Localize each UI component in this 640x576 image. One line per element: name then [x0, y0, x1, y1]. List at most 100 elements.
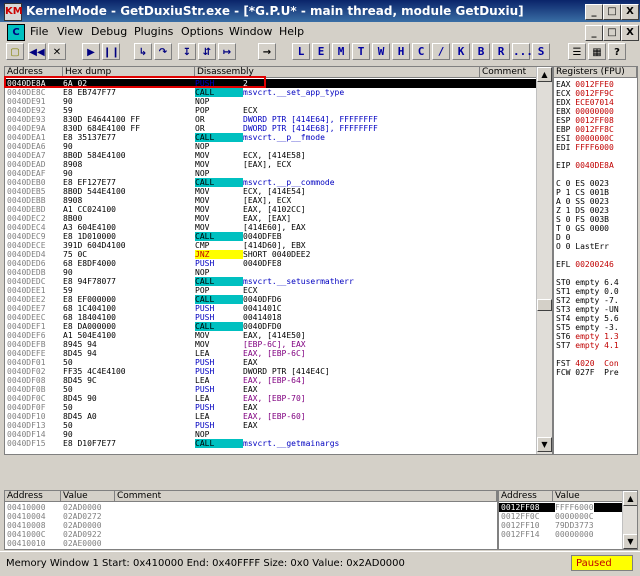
- dump-address-header[interactable]: Address: [5, 491, 61, 502]
- run-trace-button[interactable]: ...: [512, 43, 533, 60]
- col-address-header[interactable]: Address: [5, 67, 63, 78]
- trace-into-icon[interactable]: ↧: [178, 43, 196, 60]
- disasm-row[interactable]: 0040DE91 90 NOP: [5, 97, 536, 106]
- registers-pane[interactable]: Registers (FPU) EAX 0012FFE0 ECX 0012FF9C…: [553, 66, 638, 455]
- scroll-up-icon[interactable]: ▲: [537, 67, 552, 82]
- dump-row[interactable]: 00410000 02AD0000: [7, 503, 102, 512]
- references-window-button[interactable]: R: [492, 43, 510, 60]
- disasm-row[interactable]: 0040DEC4 A3 604E4100 MOV [414E60], EAX: [5, 223, 536, 232]
- stack-row[interactable]: 0012FF14 00000000: [499, 530, 623, 539]
- disasm-row[interactable]: 0040DF02 FF35 4C4E4100 PUSH DWORD PTR [414E…: [5, 367, 536, 376]
- stack-row[interactable]: 0012FF08 FFFF6000: [499, 503, 623, 512]
- trace-over-icon[interactable]: ⇵: [198, 43, 216, 60]
- register-row[interactable]: [556, 269, 561, 278]
- stack-scroll-up-icon[interactable]: ▲: [623, 491, 637, 506]
- register-row[interactable]: O 0 LastErr: [556, 242, 609, 251]
- register-row[interactable]: ST2 empty -7.: [556, 296, 619, 305]
- register-row[interactable]: [556, 251, 561, 260]
- disasm-row[interactable]: 0040DF10 8D45 A0 LEA EAX, [EBP-60]: [5, 412, 536, 421]
- grid-icon[interactable]: ▦: [588, 43, 606, 60]
- register-row[interactable]: EAX 0012FFE0: [556, 80, 614, 89]
- disasm-row[interactable]: 0040DED4 75 0C JNZ SHORT 0040DEE2: [5, 250, 536, 259]
- register-row[interactable]: FCW 027F Pre: [556, 368, 619, 377]
- disasm-row[interactable]: 0040DF08 8D45 9C LEA EAX, [EBP-64]: [5, 376, 536, 385]
- disasm-row[interactable]: 0040DEF6 A1 504E4100 MOV EAX, [414E50]: [5, 331, 536, 340]
- menu-help[interactable]: Help: [279, 25, 304, 38]
- stack-row[interactable]: 0012FF0C 0000000C: [499, 512, 623, 521]
- disasm-row[interactable]: 0040DE8A 6A 02 PUSH 2: [5, 79, 536, 88]
- memory-dump-pane[interactable]: Address Value Comment 00410000 02AD0000 00…: [4, 490, 498, 550]
- register-row[interactable]: [556, 350, 561, 359]
- register-row[interactable]: EDX ECE07014: [556, 98, 614, 107]
- disasm-row[interactable]: 0040DF13 50 PUSH EAX: [5, 421, 536, 430]
- step-over-icon[interactable]: ↷: [154, 43, 172, 60]
- menu-file[interactable]: File: [30, 25, 48, 38]
- windows-window-button[interactable]: W: [372, 43, 390, 60]
- dump-row[interactable]: 00410010 02AE0000: [7, 539, 102, 548]
- scroll-thumb[interactable]: [537, 299, 552, 311]
- register-row[interactable]: [556, 170, 561, 179]
- disasm-row[interactable]: 0040DEBB 8908 MOV [EAX], ECX: [5, 196, 536, 205]
- register-row[interactable]: Z 1 DS 0023: [556, 206, 609, 215]
- disasm-row[interactable]: 0040DF15 E8 D10F7E77 CALL msvcrt.__getmaina…: [5, 439, 536, 448]
- register-row[interactable]: P 1 CS 001B: [556, 188, 609, 197]
- rewind-icon[interactable]: ◀◀: [28, 43, 46, 60]
- dump-row[interactable]: 00410008 02AD0000: [7, 521, 102, 530]
- threads-window-button[interactable]: T: [352, 43, 370, 60]
- cpu-window-button[interactable]: C: [412, 43, 430, 60]
- dump-value-header[interactable]: Value: [61, 491, 115, 502]
- register-row[interactable]: ST1 empty 0.0: [556, 287, 619, 296]
- disassembly-list[interactable]: 0040DE8A 6A 02 PUSH 2 0040DE8C E8 EB747F77 CAL…: [5, 79, 536, 454]
- register-row[interactable]: D 0: [556, 233, 575, 242]
- inner-minimize-button[interactable]: _: [585, 25, 603, 41]
- callstack-window-button[interactable]: K: [452, 43, 470, 60]
- scroll-down-icon[interactable]: ▼: [537, 437, 552, 452]
- register-row[interactable]: S 0 FS 003B: [556, 215, 609, 224]
- menu-plugins[interactable]: Plugins: [134, 25, 173, 38]
- disasm-row[interactable]: 0040DEC2 8B00 MOV EAX, [EAX]: [5, 214, 536, 223]
- stack-value-header[interactable]: Value: [553, 491, 623, 502]
- log-window-button[interactable]: L: [292, 43, 310, 60]
- cpu-window-icon[interactable]: C: [7, 24, 25, 41]
- register-row[interactable]: EFL 00200246: [556, 260, 614, 269]
- dump-row[interactable]: 0041000C 02AD0922: [7, 530, 102, 539]
- disasm-row[interactable]: 0040DEE1 59 POP ECX: [5, 286, 536, 295]
- stack-scrollbar[interactable]: ▲ ▼: [622, 491, 637, 549]
- minimize-button[interactable]: _: [585, 4, 603, 20]
- help-icon[interactable]: ?: [608, 43, 626, 60]
- stack-scroll-down-icon[interactable]: ▼: [623, 534, 637, 549]
- stack-pane[interactable]: Address Value 0012FF08 FFFF6000 0012FF0C 00…: [498, 490, 638, 550]
- menu-window[interactable]: Window: [229, 25, 272, 38]
- col-hexdump-header[interactable]: Hex dump: [63, 67, 195, 78]
- modules-window-button[interactable]: E: [312, 43, 330, 60]
- menu-debug[interactable]: Debug: [91, 25, 127, 38]
- handles-window-button[interactable]: H: [392, 43, 410, 60]
- disasm-row[interactable]: 0040DEC9 E8 1D010000 CALL 0040DFEB: [5, 232, 536, 241]
- register-row[interactable]: EBX 00000000: [556, 107, 614, 116]
- disasm-row[interactable]: 0040DF01 50 PUSH EAX: [5, 358, 536, 367]
- register-row[interactable]: EDI FFFF6000: [556, 143, 614, 152]
- stack-address-header[interactable]: Address: [499, 491, 553, 502]
- menu-options[interactable]: Options: [181, 25, 223, 38]
- register-row[interactable]: ST6 empty 1.3: [556, 332, 619, 341]
- register-row[interactable]: EBP 0012FF8C: [556, 125, 614, 134]
- inner-restore-button[interactable]: □: [603, 25, 621, 41]
- col-disasm-header[interactable]: Disassembly: [195, 67, 480, 78]
- open-icon[interactable]: ▢: [6, 43, 24, 60]
- disasm-row[interactable]: 0040DEFB 8945 94 MOV [EBP-6C], EAX: [5, 340, 536, 349]
- stack-list[interactable]: 0012FF08 FFFF6000 0012FF0C 0000000C 0012FF10…: [499, 503, 623, 549]
- disasm-row[interactable]: 0040DEA7 8B0D 584E4100 MOV ECX, [414E58]: [5, 151, 536, 160]
- disasm-row[interactable]: 0040DED6 68 E8DF4000 PUSH 0040DFE8: [5, 259, 536, 268]
- step-into-icon[interactable]: ↳: [134, 43, 152, 60]
- register-row[interactable]: C 0 ES 0023: [556, 179, 609, 188]
- disasm-row[interactable]: 0040DE92 59 POP ECX: [5, 106, 536, 115]
- disasm-row[interactable]: 0040DE9A 830D 684E4100 FF OR DWORD PTR [414…: [5, 124, 536, 133]
- dump-comment-header[interactable]: Comment: [115, 491, 497, 502]
- disasm-row[interactable]: 0040DEA1 E8 35137E77 CALL msvcrt.__p__fmode: [5, 133, 536, 142]
- disasm-row[interactable]: 0040DEE2 E8 EF000000 CALL 0040DFD6: [5, 295, 536, 304]
- register-row[interactable]: ST3 empty -UN: [556, 305, 619, 314]
- disasm-row[interactable]: 0040DEAF 90 NOP: [5, 169, 536, 178]
- maximize-button[interactable]: □: [603, 4, 621, 20]
- goto-icon[interactable]: →: [258, 43, 276, 60]
- disasm-row[interactable]: 0040DEA6 90 NOP: [5, 142, 536, 151]
